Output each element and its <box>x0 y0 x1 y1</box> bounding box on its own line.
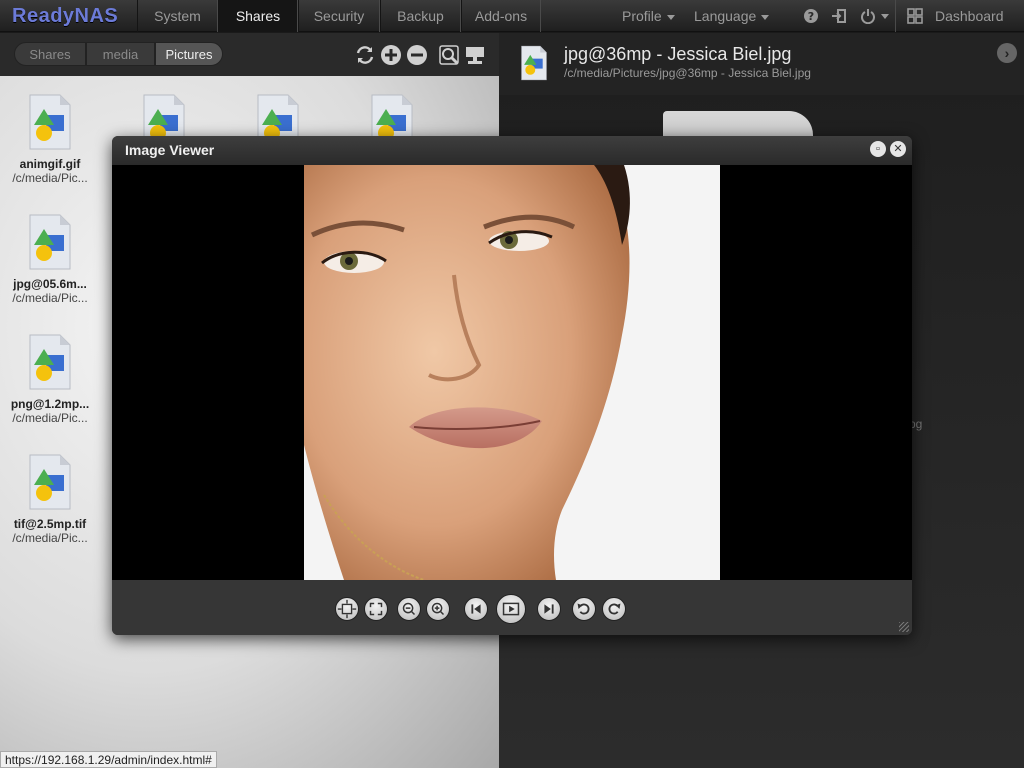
zoom-in-icon[interactable] <box>426 597 450 621</box>
file-name: png@1.2mp... <box>10 397 90 411</box>
chevron-right-icon[interactable]: › <box>997 43 1017 63</box>
profile-menu-label: Profile <box>622 8 662 24</box>
details-header: jpg@36mp - Jessica Biel.jpg /c/media/Pic… <box>499 33 1024 95</box>
tab-addons[interactable]: Add-ons <box>461 0 541 32</box>
file-name: jpg@05.6m... <box>13 277 87 291</box>
profile-menu[interactable]: Profile <box>622 0 675 32</box>
nav-divider <box>895 0 896 32</box>
dialog-titlebar[interactable]: Image Viewer ▫ ✕ <box>112 136 912 165</box>
fullscreen-icon[interactable] <box>364 597 388 621</box>
fit-to-window-icon[interactable] <box>335 597 359 621</box>
previous-icon[interactable] <box>464 597 488 621</box>
network-drive-icon[interactable] <box>464 44 486 66</box>
dashboard-link[interactable]: Dashboard <box>935 0 1004 32</box>
file-path: /c/media/Pic... <box>12 291 88 305</box>
details-path: /c/media/Pictures/jpg@36mp - Jessica Bie… <box>564 66 811 80</box>
image-file-icon <box>29 334 71 390</box>
next-icon[interactable] <box>537 597 561 621</box>
logout-icon[interactable] <box>831 8 847 24</box>
chevron-down-icon <box>666 14 675 20</box>
file-path: /c/media/Pic... <box>12 171 88 185</box>
file-path: /c/media/Pic... <box>12 411 88 425</box>
portrait-photo <box>304 165 720 580</box>
image-file-icon <box>29 94 71 150</box>
rotate-right-icon[interactable] <box>602 597 626 621</box>
image-file-icon <box>29 454 71 510</box>
slideshow-play-icon[interactable] <box>496 594 526 624</box>
image-viewport <box>112 165 912 580</box>
maximize-icon[interactable]: ▫ <box>870 141 886 157</box>
readynas-logo: ReadyNAS <box>12 5 119 27</box>
zoom-out-icon[interactable] <box>397 597 421 621</box>
breadcrumb-shares[interactable]: Shares <box>14 42 86 66</box>
file-path: /c/media/Pic... <box>12 531 88 545</box>
breadcrumb-media[interactable]: media <box>86 42 155 66</box>
tab-system[interactable]: System <box>137 0 218 32</box>
chevron-down-icon[interactable] <box>881 14 889 19</box>
breadcrumb-toolbar: Shares media Pictures <box>0 33 499 76</box>
file-name: animgif.gif <box>19 157 81 171</box>
dialog-title: Image Viewer <box>125 142 215 158</box>
image-file-icon <box>521 45 547 81</box>
help-icon[interactable]: ? <box>803 8 819 24</box>
dashboard-icon[interactable] <box>907 8 923 24</box>
tab-security[interactable]: Security <box>298 0 380 32</box>
language-menu[interactable]: Language <box>694 0 770 32</box>
file-item[interactable]: animgif.gif /c/media/Pic... <box>0 93 100 185</box>
chevron-down-icon <box>761 14 770 20</box>
power-icon[interactable] <box>860 8 876 24</box>
svg-text:?: ? <box>808 10 814 23</box>
language-menu-label: Language <box>694 8 757 24</box>
file-name: tif@2.5mp.tif <box>13 517 87 531</box>
image-file-icon <box>29 214 71 270</box>
tab-shares[interactable]: Shares <box>218 0 298 32</box>
details-title: jpg@36mp - Jessica Biel.jpg <box>564 44 792 64</box>
image-viewer-dialog: Image Viewer ▫ ✕ <box>112 136 912 635</box>
refresh-icon[interactable] <box>354 44 376 66</box>
status-url: https://192.168.1.29/admin/index.html# <box>0 751 217 768</box>
breadcrumb-pictures[interactable]: Pictures <box>155 42 223 66</box>
file-item[interactable]: tif@2.5mp.tif /c/media/Pic... <box>0 453 100 545</box>
tab-backup[interactable]: Backup <box>380 0 461 32</box>
rotate-left-icon[interactable] <box>572 597 596 621</box>
resize-grip[interactable] <box>899 622 909 632</box>
file-item[interactable]: jpg@05.6m... /c/media/Pic... <box>0 213 100 305</box>
file-item[interactable]: png@1.2mp... /c/media/Pic... <box>0 333 100 425</box>
add-icon[interactable] <box>380 44 402 66</box>
viewer-controls <box>112 580 912 635</box>
search-icon[interactable] <box>438 44 460 66</box>
remove-icon[interactable] <box>406 44 428 66</box>
top-navigation-bar: ReadyNAS System Shares Security Backup A… <box>0 0 1024 32</box>
close-icon[interactable]: ✕ <box>890 141 906 157</box>
